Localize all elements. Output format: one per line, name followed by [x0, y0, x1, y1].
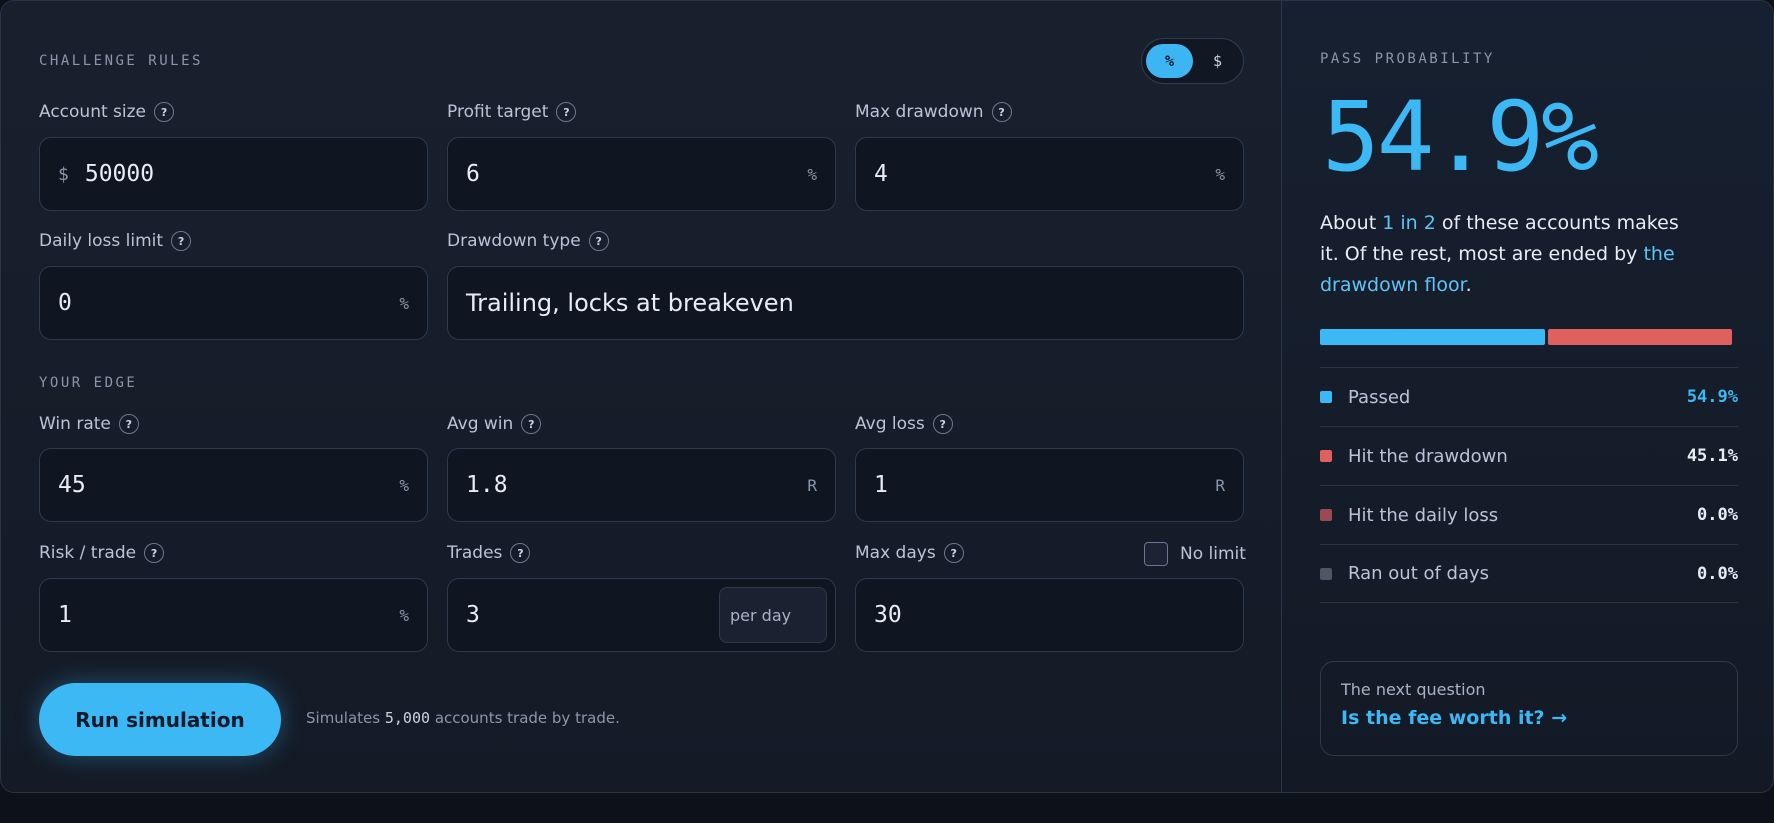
legend-square-icon	[1320, 450, 1332, 462]
max-days-input[interactable]: 30	[855, 578, 1244, 652]
account-size-input[interactable]: $ 50000	[39, 137, 428, 211]
max-days-label: Max days ?	[855, 543, 964, 563]
trades-value: 3	[466, 602, 480, 628]
avg-win-label: Avg win ?	[447, 414, 542, 434]
next-question-label: The next question	[1341, 680, 1486, 699]
run-simulation-button[interactable]: Run simulation	[39, 683, 281, 756]
legend-square-icon	[1320, 509, 1332, 521]
percent-suffix: %	[807, 164, 817, 184]
r-suffix: R	[807, 475, 817, 495]
avg-win-value: 1.8	[466, 472, 508, 498]
daily-loss-limit-input[interactable]: 0 %	[39, 266, 428, 340]
drawdown-type-select[interactable]: Trailing, locks at breakeven	[447, 266, 1244, 340]
drawdown-type-label: Drawdown type ?	[447, 231, 609, 251]
win-rate-value: 45	[58, 472, 86, 498]
win-rate-input[interactable]: 45 %	[39, 448, 428, 522]
profit-target-label: Profit target ?	[447, 102, 577, 122]
max-days-value: 30	[874, 602, 902, 628]
outcome-name: Passed	[1348, 386, 1411, 408]
outcome-row: Hit the daily loss 0.0%	[1320, 485, 1738, 544]
help-icon[interactable]: ?	[588, 231, 609, 251]
outcome-row: Hit the drawdown 45.1%	[1320, 426, 1738, 485]
no-limit-label: No limit	[1180, 544, 1246, 564]
percent-suffix: %	[1215, 164, 1225, 184]
outcome-percent: 45.1%	[1686, 446, 1738, 466]
help-icon[interactable]: ?	[932, 414, 953, 434]
no-limit-toggle: No limit	[1144, 542, 1246, 566]
no-limit-checkbox[interactable]	[1144, 542, 1168, 566]
help-icon[interactable]: ?	[171, 231, 192, 251]
legend-square-icon	[1320, 567, 1332, 580]
avg-loss-input[interactable]: 1 R	[855, 448, 1244, 522]
outcome-name: Hit the daily loss	[1348, 504, 1499, 526]
help-icon[interactable]: ?	[521, 414, 542, 434]
unit-toggle: % $	[1141, 38, 1244, 84]
next-question-card: The next question Is the fee worth it? →	[1320, 661, 1738, 756]
fee-worth-link[interactable]: Is the fee worth it? →	[1341, 707, 1717, 729]
outcome-row: Passed 54.9%	[1320, 367, 1738, 426]
simulator-card: CHALLENGE RULES % $ Account size ? Profi…	[0, 0, 1774, 793]
avg-loss-label: Avg loss ?	[855, 414, 953, 434]
dollar-prefix: $	[58, 163, 69, 185]
percent-toggle-option[interactable]: %	[1146, 44, 1193, 78]
your-edge-title: YOUR EDGE	[39, 375, 138, 391]
risk-per-trade-input[interactable]: 1 %	[39, 578, 428, 652]
help-icon[interactable]: ?	[144, 543, 165, 563]
account-size-value: 50000	[84, 161, 155, 187]
outcome-bar	[1320, 329, 1732, 345]
help-icon[interactable]: ?	[991, 102, 1012, 122]
outcome-name: Hit the drawdown	[1348, 445, 1508, 467]
percent-suffix: %	[399, 605, 409, 625]
results-panel: PASS PROBABILITY 54.9% About 1 in 2 of t…	[1281, 1, 1773, 792]
trades-label: Trades ?	[447, 543, 531, 563]
profit-target-input[interactable]: 6 %	[447, 137, 836, 211]
avg-loss-value: 1	[874, 472, 888, 498]
help-icon[interactable]: ?	[943, 543, 964, 563]
outcome-percent: 0.0%	[1697, 563, 1738, 584]
r-suffix: R	[1215, 475, 1225, 495]
help-icon[interactable]: ?	[510, 543, 531, 563]
max-drawdown-value: 4	[874, 161, 888, 187]
outcome-bar-segment	[1547, 329, 1732, 345]
daily-loss-limit-label: Daily loss limit ?	[39, 231, 192, 251]
pass-probability-title: PASS PROBABILITY	[1320, 51, 1495, 67]
avg-win-input[interactable]: 1.8 R	[447, 448, 836, 522]
help-icon[interactable]: ?	[556, 102, 577, 122]
dollar-toggle-option[interactable]: $	[1194, 44, 1241, 78]
trades-input[interactable]: 3 per day	[447, 578, 836, 652]
pass-probability-value: 54.9%	[1322, 81, 1599, 193]
outcome-list: Passed 54.9% Hit the drawdown 45.1% Hit the …	[1320, 367, 1738, 603]
risk-per-trade-label: Risk / trade ?	[39, 543, 165, 563]
max-drawdown-label: Max drawdown ?	[855, 102, 1012, 122]
trades-unit-select[interactable]: per day	[719, 587, 827, 643]
win-rate-label: Win rate ?	[39, 414, 139, 434]
daily-loss-limit-value: 0	[58, 290, 72, 316]
legend-square-icon	[1320, 391, 1332, 403]
inputs-panel: CHALLENGE RULES % $ Account size ? Profi…	[1, 1, 1281, 792]
help-icon[interactable]: ?	[154, 102, 175, 122]
percent-suffix: %	[399, 475, 409, 495]
outcome-name: Ran out of days	[1348, 563, 1490, 584]
simulation-note: Simulates 5,000 accounts trade by trade.	[306, 709, 620, 727]
outcome-bar-segment	[1320, 329, 1545, 345]
risk-per-trade-value: 1	[58, 602, 72, 628]
summary-text: About 1 in 2 of these accounts makes it.…	[1320, 212, 1679, 296]
challenge-rules-title: CHALLENGE RULES	[39, 53, 203, 69]
percent-suffix: %	[399, 293, 409, 313]
outcome-percent: 0.0%	[1697, 505, 1738, 525]
outcome-row: Ran out of days 0.0%	[1320, 544, 1738, 603]
max-drawdown-input[interactable]: 4 %	[855, 137, 1244, 211]
help-icon[interactable]: ?	[118, 414, 139, 434]
profit-target-value: 6	[466, 161, 480, 187]
drawdown-type-value: Trailing, locks at breakeven	[466, 289, 794, 317]
outcome-percent: 54.9%	[1686, 387, 1738, 407]
account-size-label: Account size ?	[39, 102, 175, 122]
